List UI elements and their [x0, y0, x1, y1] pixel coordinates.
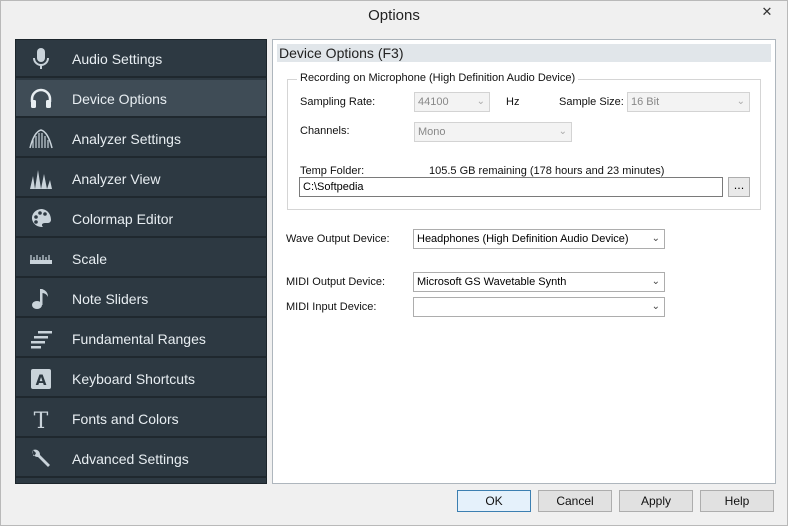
temp-folder-value: C:\Softpedia [303, 181, 364, 193]
midi-output-value: Microsoft GS Wavetable Synth [417, 276, 567, 288]
midi-input-label: MIDI Input Device: [286, 301, 377, 313]
apply-button[interactable]: Apply [619, 490, 693, 512]
sidebar-item-label: Advanced Settings [72, 451, 189, 467]
sidebar-item-keyboard-shortcuts[interactable]: A Keyboard Shortcuts [16, 360, 266, 398]
sidebar-item-label: Analyzer Settings [72, 131, 181, 147]
chevron-down-icon: ⌄ [558, 126, 567, 137]
ok-button[interactable]: OK [457, 490, 531, 512]
midi-output-label: MIDI Output Device: [286, 276, 386, 288]
music-note-icon [32, 289, 48, 309]
sidebar-item-scale[interactable]: Scale [16, 240, 266, 278]
recording-group-legend: Recording on Microphone (High Definition… [297, 72, 579, 84]
channels-value: Mono [418, 126, 446, 138]
sidebar-item-label: Keyboard Shortcuts [72, 371, 195, 387]
chevron-down-icon: ⌄ [651, 276, 660, 287]
sidebar-item-audio-settings[interactable]: Audio Settings [16, 40, 266, 78]
analyzer-settings-icon [29, 129, 53, 149]
hz-label: Hz [506, 96, 520, 108]
sidebar-item-label: Colormap Editor [72, 211, 174, 227]
sidebar-item-note-sliders[interactable]: Note Sliders [16, 280, 266, 318]
title-bar: Options ✕ [1, 1, 787, 32]
sidebar-item-advanced-settings[interactable]: Advanced Settings [16, 440, 266, 478]
chevron-down-icon: ⌄ [651, 301, 660, 312]
sidebar-item-analyzer-view[interactable]: Analyzer View [16, 160, 266, 198]
sidebar-item-label: Analyzer View [72, 171, 161, 187]
wave-output-label: Wave Output Device: [286, 233, 390, 245]
midi-output-select[interactable]: Microsoft GS Wavetable Synth ⌄ [413, 272, 665, 292]
sample-size-select[interactable]: 16 Bit ⌄ [627, 92, 750, 112]
chevron-down-icon: ⌄ [476, 96, 485, 107]
browse-button[interactable]: ... [728, 177, 750, 197]
sidebar: Audio Settings Device Options Analyzer S… [15, 39, 267, 484]
sidebar-item-fundamental-ranges[interactable]: Fundamental Ranges [16, 320, 266, 358]
svg-text:A: A [36, 373, 47, 389]
temp-folder-label: Temp Folder: [300, 165, 365, 177]
sidebar-item-label: Device Options [72, 91, 167, 107]
wrench-icon [32, 449, 50, 467]
keyboard-key-icon: A [31, 369, 51, 389]
analyzer-view-icon [30, 170, 52, 189]
cancel-button[interactable]: Cancel [538, 490, 612, 512]
ranges-icon [31, 331, 52, 349]
svg-text:T: T [34, 409, 49, 432]
sidebar-item-label: Audio Settings [72, 51, 163, 67]
chevron-down-icon: ⌄ [736, 96, 745, 107]
sidebar-item-analyzer-settings[interactable]: Analyzer Settings [16, 120, 266, 158]
temp-folder-info: 105.5 GB remaining (178 hours and 23 min… [429, 165, 665, 177]
sidebar-item-fonts-and-colors[interactable]: T Fonts and Colors [16, 400, 266, 438]
sampling-rate-value: 44100 [418, 96, 449, 108]
temp-folder-input[interactable]: C:\Softpedia [299, 177, 723, 197]
sampling-rate-select[interactable]: 44100 ⌄ [414, 92, 490, 112]
recording-group: Recording on Microphone (High Definition… [287, 72, 761, 210]
sidebar-item-device-options[interactable]: Device Options [16, 80, 266, 118]
ruler-icon [30, 255, 52, 264]
channels-label: Channels: [300, 125, 350, 137]
chevron-down-icon: ⌄ [651, 233, 660, 244]
midi-input-select[interactable]: ⌄ [413, 297, 665, 317]
sampling-rate-label: Sampling Rate: [300, 96, 376, 108]
sidebar-item-label: Scale [72, 251, 108, 267]
sidebar-item-colormap-editor[interactable]: Colormap Editor [16, 200, 266, 238]
sidebar-item-label: Note Sliders [72, 291, 149, 307]
sample-size-value: 16 Bit [631, 96, 660, 108]
help-button[interactable]: Help [700, 490, 774, 512]
device-options-panel: Device Options (F3) Recording on Microph… [272, 39, 776, 484]
headphones-icon [30, 88, 52, 108]
wave-output-select[interactable]: Headphones (High Definition Audio Device… [413, 229, 665, 249]
close-icon: ✕ [761, 5, 773, 20]
font-icon: T [34, 409, 49, 432]
close-button[interactable]: ✕ [753, 3, 781, 23]
panel-title: Device Options (F3) [277, 44, 771, 62]
channels-select[interactable]: Mono ⌄ [414, 122, 572, 142]
sample-size-label: Sample Size: [559, 96, 624, 108]
options-window: Options ✕ Audio Settings Device Options … [0, 0, 788, 526]
wave-output-value: Headphones (High Definition Audio Device… [417, 233, 629, 245]
sidebar-item-label: Fonts and Colors [72, 411, 179, 427]
window-title: Options [368, 7, 420, 24]
sidebar-item-label: Fundamental Ranges [72, 331, 206, 347]
palette-icon [31, 209, 51, 228]
microphone-icon [33, 48, 49, 69]
